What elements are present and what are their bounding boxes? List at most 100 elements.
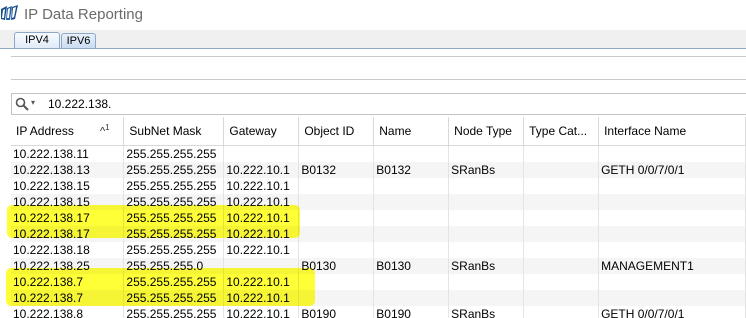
col-header-name[interactable]: Name (373, 117, 450, 146)
cell-interface-name: GETH 0/0/7/0/1 (598, 162, 746, 178)
cell-gateway: 10.222.10.1 (223, 194, 300, 210)
cell-ip-address: 10.222.138.11 (11, 145, 125, 162)
cell-object-id (298, 194, 375, 210)
table-row[interactable]: 10.222.138.18 255.255.255.255 10.222.10.1 (11, 242, 746, 258)
search-input[interactable] (48, 95, 738, 113)
col-header-gateway[interactable]: Gateway (223, 117, 300, 146)
cell-name (373, 194, 450, 210)
cell-subnet-mask: 255.255.255.255 (123, 242, 225, 258)
cell-type-category (523, 210, 600, 226)
cell-object-id: B0190 (298, 306, 375, 318)
cell-interface-name (598, 290, 746, 306)
table-row[interactable]: 10.222.138.15 255.255.255.255 10.222.10.1 (11, 194, 746, 210)
cell-type-category (523, 226, 600, 242)
cell-gateway: 10.222.10.1 (223, 162, 300, 178)
cell-ip-address: 10.222.138.15 (11, 178, 125, 194)
cell-gateway: 10.222.10.1 (223, 226, 300, 242)
cell-node-type: SRanBs (448, 162, 525, 178)
cell-object-id (298, 242, 375, 258)
cell-gateway: 10.222.10.1 (223, 274, 300, 290)
table-row[interactable]: 10.222.138.17 255.255.255.255 10.222.10.1 (11, 210, 746, 226)
cell-object-id (298, 145, 375, 162)
cell-ip-address: 10.222.138.13 (11, 162, 125, 178)
cell-type-category (523, 145, 600, 162)
cell-subnet-mask: 255.255.255.255 (123, 145, 225, 162)
table-row[interactable]: 10.222.138.7 255.255.255.255 10.222.10.1 (11, 274, 746, 290)
search-bar: ▾ (11, 93, 746, 115)
table-row[interactable]: 10.222.138.11 255.255.255.255 (11, 145, 746, 162)
cell-subnet-mask: 255.255.255.255 (123, 210, 225, 226)
cell-gateway (223, 258, 300, 274)
cell-type-category (523, 242, 600, 258)
cell-object-id (298, 226, 375, 242)
cell-type-category (523, 194, 600, 210)
cell-gateway: 10.222.10.1 (223, 290, 300, 306)
cell-gateway: 10.222.10.1 (223, 242, 300, 258)
filter-panel (11, 56, 746, 80)
tab-ipv4[interactable]: IPV4 (14, 32, 60, 49)
sort-ascending-icon: ^1 (100, 123, 110, 138)
chevron-down-icon[interactable]: ▾ (31, 98, 35, 107)
table-row[interactable]: 10.222.138.13 255.255.255.255 10.222.10.1 B… (11, 162, 746, 178)
cell-subnet-mask: 255.255.255.255 (123, 178, 225, 194)
tab-ipv6[interactable]: IPV6 (61, 33, 96, 49)
cell-object-id (298, 210, 375, 226)
cell-node-type (448, 178, 525, 194)
cell-interface-name: MANAGEMENT1 (598, 258, 746, 274)
cell-node-type: SRanBs (448, 258, 525, 274)
cell-ip-address: 10.222.138.18 (11, 242, 125, 258)
ip-table: IP Address ^1 SubNet Mask Gateway Object … (11, 117, 746, 318)
col-header-ip-address[interactable]: IP Address ^1 (11, 117, 125, 146)
cell-ip-address: 10.222.138.25 (11, 258, 125, 274)
cell-gateway (223, 145, 300, 162)
col-header-subnet-mask[interactable]: SubNet Mask (123, 117, 225, 146)
col-header-object-id[interactable]: Object ID (298, 117, 375, 146)
cell-subnet-mask: 255.255.255.255 (123, 226, 225, 242)
cell-node-type (448, 194, 525, 210)
cell-interface-name (598, 194, 746, 210)
cell-object-id: B0130 (298, 258, 375, 274)
cell-interface-name (598, 274, 746, 290)
cell-name (373, 290, 450, 306)
cell-interface-name (598, 226, 746, 242)
cell-type-category (523, 274, 600, 290)
table-row[interactable]: 10.222.138.25 255.255.255.0 B0130 B0130 SRan… (11, 258, 746, 274)
table-header-row: IP Address ^1 SubNet Mask Gateway Object … (11, 117, 746, 146)
cell-type-category (523, 162, 600, 178)
app-logo-icon (1, 5, 18, 20)
col-header-interface-name[interactable]: Interface Name (598, 117, 746, 146)
cell-node-type (448, 290, 525, 306)
cell-name: B0132 (373, 162, 450, 178)
cell-object-id (298, 274, 375, 290)
tab-divider (0, 48, 746, 49)
search-icon[interactable] (15, 97, 29, 111)
cell-ip-address: 10.222.138.7 (11, 290, 125, 306)
col-header-type-category[interactable]: Type Cat... (523, 117, 600, 146)
cell-ip-address: 10.222.138.8 (11, 306, 125, 318)
cell-name: B0190 (373, 306, 450, 318)
cell-object-id: B0132 (298, 162, 375, 178)
cell-node-type (448, 210, 525, 226)
tab-strip: IPV4 IPV6 (0, 30, 746, 49)
table-row[interactable]: 10.222.138.17 255.255.255.255 10.222.10.1 (11, 226, 746, 242)
cell-subnet-mask: 255.255.255.255 (123, 162, 225, 178)
cell-node-type: SRanBs (448, 306, 525, 318)
cell-ip-address: 10.222.138.7 (11, 274, 125, 290)
ip-table-container: IP Address ^1 SubNet Mask Gateway Object … (11, 117, 746, 318)
cell-interface-name (598, 178, 746, 194)
cell-ip-address: 10.222.138.15 (11, 194, 125, 210)
cell-subnet-mask: 255.255.255.255 (123, 290, 225, 306)
table-row[interactable]: 10.222.138.15 255.255.255.255 10.222.10.1 (11, 178, 746, 194)
cell-name (373, 178, 450, 194)
cell-type-category (523, 258, 600, 274)
cell-interface-name (598, 210, 746, 226)
table-row[interactable]: 10.222.138.7 255.255.255.255 10.222.10.1 (11, 290, 746, 306)
cell-name (373, 274, 450, 290)
cell-name (373, 210, 450, 226)
cell-ip-address: 10.222.138.17 (11, 226, 125, 242)
cell-gateway: 10.222.10.1 (223, 306, 300, 318)
cell-name (373, 226, 450, 242)
table-row[interactable]: 10.222.138.8 255.255.255.255 10.222.10.1 B0… (11, 306, 746, 318)
cell-interface-name (598, 145, 746, 162)
col-header-node-type[interactable]: Node Type (448, 117, 525, 146)
